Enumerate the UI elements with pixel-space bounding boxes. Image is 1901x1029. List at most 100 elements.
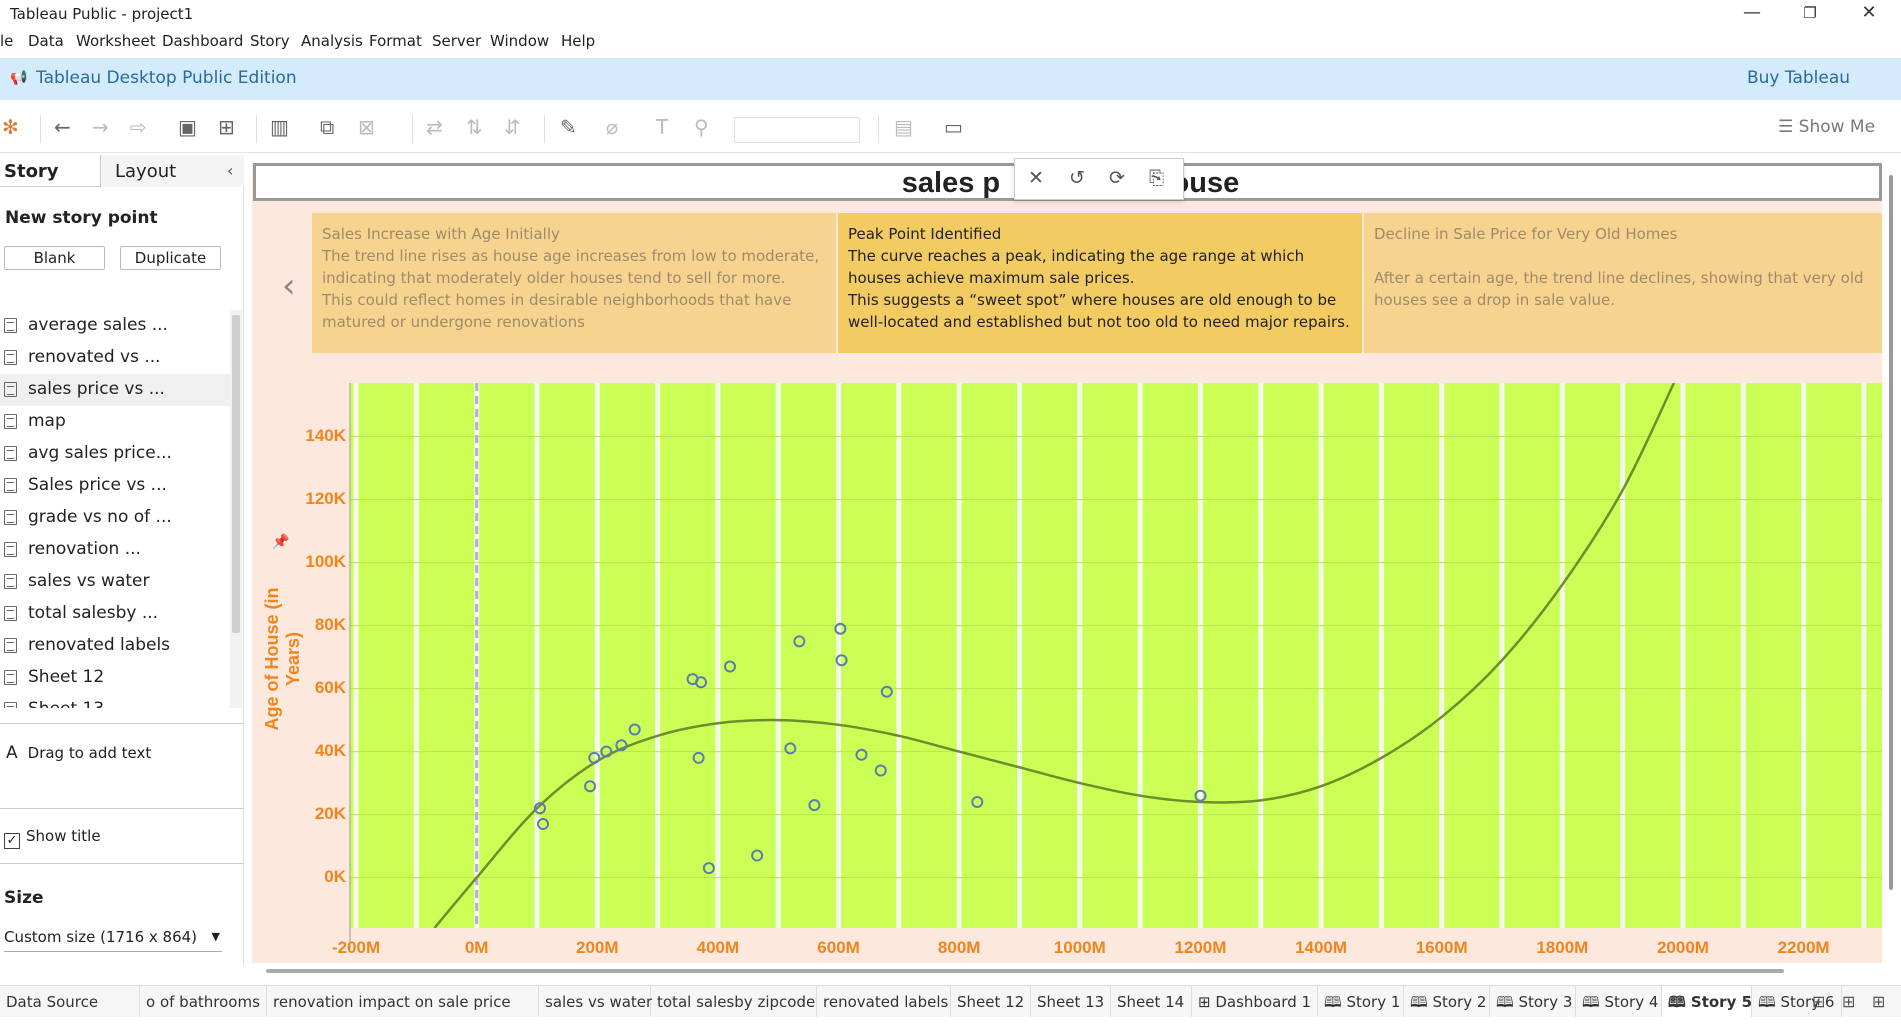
duplicate-sheet-icon[interactable]: ⧉ bbox=[320, 115, 334, 139]
sheet-item[interactable]: map bbox=[0, 406, 230, 438]
show-me-button[interactable]: ☰ Show Me bbox=[1778, 117, 1875, 137]
sort-descending-icon[interactable]: ⇵ bbox=[504, 115, 521, 139]
drag-to-add-text[interactable]: A Drag to add text bbox=[6, 743, 151, 763]
sheet-tab[interactable]: Sheet 13 bbox=[1031, 986, 1111, 1018]
sort-ascending-icon[interactable]: ⇅ bbox=[466, 115, 483, 139]
menu-worksheet[interactable]: Worksheet bbox=[76, 32, 156, 50]
sheet-item[interactable]: Sales price vs ... bbox=[0, 470, 230, 502]
sheet-list-scroll-thumb[interactable] bbox=[232, 315, 240, 633]
sheet-tab[interactable]: 🕮 Story 3 bbox=[1490, 986, 1576, 1018]
sheet-tab[interactable]: o of bathrooms bbox=[140, 986, 267, 1018]
x-tick-label: 2200M bbox=[1777, 938, 1830, 957]
sheet-item-selected[interactable]: sales price vs ... bbox=[0, 374, 230, 406]
sheet-item[interactable]: renovated labels bbox=[0, 630, 230, 662]
group-icon[interactable]: ⌀ bbox=[606, 115, 618, 139]
sheet-tab[interactable]: sales vs water bbox=[539, 986, 652, 1018]
divider bbox=[0, 723, 244, 724]
sheet-icon bbox=[4, 318, 17, 333]
x-tick-label: 1800M bbox=[1536, 938, 1589, 957]
highlight-icon[interactable]: ✎ bbox=[560, 115, 577, 139]
new-story-icon[interactable]: ⊞ bbox=[1872, 992, 1885, 1011]
redo-icon[interactable]: → bbox=[92, 115, 109, 139]
menu-window[interactable]: Window bbox=[490, 32, 549, 50]
sheet-tab[interactable]: total salesby zipcode bbox=[651, 986, 817, 1018]
tab-layout-box[interactable]: Layout ‹ bbox=[100, 155, 244, 187]
sheet-item[interactable]: renovated vs ... bbox=[0, 342, 230, 374]
add-datasource-icon[interactable]: ⊞ bbox=[218, 115, 235, 139]
menu-bar: le Data Worksheet Dashboard Story Analys… bbox=[0, 28, 1901, 56]
menu-server[interactable]: Server bbox=[432, 32, 481, 50]
replay-icon[interactable]: ⇨ bbox=[130, 115, 147, 139]
x-tick-label: 1400M bbox=[1295, 938, 1348, 957]
menu-help[interactable]: Help bbox=[561, 32, 595, 50]
restore-button[interactable]: ❐ bbox=[1790, 4, 1830, 22]
labels-icon[interactable]: T bbox=[656, 115, 668, 139]
size-select[interactable]: Custom size (1716 x 864) ▼ bbox=[4, 928, 222, 952]
sheet-tab[interactable]: 🕮 Story 6 bbox=[1752, 986, 1842, 1018]
menu-file[interactable]: le bbox=[0, 32, 13, 50]
new-sheet-icon[interactable]: ▥ bbox=[270, 115, 289, 139]
pin-icon[interactable]: 📌 bbox=[272, 534, 289, 550]
fit-select[interactable] bbox=[734, 117, 860, 143]
sheet-tab[interactable]: Data Source bbox=[0, 986, 140, 1018]
sheet-item[interactable]: total salesby ... bbox=[0, 598, 230, 630]
save-as-new-icon[interactable]: ⎘ bbox=[1149, 167, 1164, 189]
blank-button[interactable]: Blank bbox=[4, 246, 105, 270]
sheet-item[interactable]: sales vs water bbox=[0, 566, 230, 598]
buy-tableau-link[interactable]: Buy Tableau bbox=[1747, 68, 1850, 88]
presentation-icon[interactable]: ▭ bbox=[944, 115, 963, 139]
story-point-caption[interactable]: Sales Increase with Age Initially The tr… bbox=[312, 213, 836, 353]
sheet-tab[interactable]: 🕮 Story 2 bbox=[1404, 986, 1490, 1018]
sheet-item[interactable]: Sheet 13 bbox=[0, 694, 230, 708]
pin-icon[interactable]: ⚲ bbox=[694, 115, 709, 139]
sheet-tab[interactable]: Sheet 12 bbox=[951, 986, 1031, 1018]
drag-text-label: Drag to add text bbox=[27, 744, 152, 762]
story-point-caption-selected[interactable]: Peak Point Identified The curve reaches … bbox=[838, 213, 1362, 353]
sheet-tab[interactable]: 🕮 Story 1 bbox=[1318, 986, 1404, 1018]
undo-icon[interactable]: ← bbox=[54, 115, 71, 139]
plot-area[interactable] bbox=[350, 383, 1882, 928]
sheet-tab[interactable]: renovation impact on sale price bbox=[267, 986, 539, 1018]
sheet-icon bbox=[4, 574, 17, 589]
delete-icon[interactable]: ✕ bbox=[1028, 167, 1044, 189]
menu-dashboard[interactable]: Dashboard bbox=[162, 32, 243, 50]
x-tick-label: 1000M bbox=[1053, 938, 1106, 957]
sheet-item[interactable]: average sales ... bbox=[0, 310, 230, 342]
story-point-toolbar: ✕ ↺ ⟳ ⎘ bbox=[1014, 158, 1184, 200]
previous-story-point-icon[interactable]: ‹ bbox=[282, 266, 296, 306]
menu-story[interactable]: Story bbox=[250, 32, 290, 50]
sheet-item[interactable]: grade vs no of ... bbox=[0, 502, 230, 534]
close-button[interactable]: ✕ bbox=[1849, 2, 1889, 23]
sidebar-tabs: Story Layout ‹ bbox=[0, 155, 244, 187]
menu-data[interactable]: Data bbox=[28, 32, 64, 50]
canvas-horizontal-scrollbar[interactable] bbox=[266, 969, 1784, 973]
sheet-tab[interactable]: Sheet 14 bbox=[1111, 986, 1192, 1018]
menu-analysis[interactable]: Analysis bbox=[301, 32, 363, 50]
show-cards-icon[interactable]: ▤ bbox=[894, 115, 913, 139]
minimize-button[interactable]: — bbox=[1732, 2, 1772, 23]
duplicate-button[interactable]: Duplicate bbox=[120, 246, 221, 270]
new-worksheet-icon[interactable]: ⊞ bbox=[1812, 992, 1825, 1011]
sheet-tab[interactable]: 🕮 Story 5 bbox=[1662, 986, 1752, 1018]
tab-layout[interactable]: Layout bbox=[115, 161, 176, 182]
collapse-icon[interactable]: ‹ bbox=[227, 161, 233, 180]
tab-story[interactable]: Story bbox=[4, 161, 59, 182]
clear-sheet-icon[interactable]: ⊠ bbox=[358, 115, 375, 139]
save-icon[interactable]: ▣ bbox=[178, 115, 197, 139]
revert-icon[interactable]: ↺ bbox=[1069, 167, 1085, 189]
sheet-tab[interactable]: renovated labels bbox=[817, 986, 951, 1018]
sheet-tab[interactable]: 🕮 Story 4 bbox=[1576, 986, 1662, 1018]
menu-format[interactable]: Format bbox=[369, 32, 422, 50]
story-point-caption[interactable]: Decline in Sale Price for Very Old Homes… bbox=[1364, 213, 1882, 353]
new-dashboard-icon[interactable]: ⊞ bbox=[1842, 992, 1855, 1011]
sheet-tab[interactable]: ⊞ Dashboard 1 bbox=[1192, 986, 1318, 1018]
sheet-item[interactable]: Sheet 12 bbox=[0, 662, 230, 694]
update-icon[interactable]: ⟳ bbox=[1109, 167, 1125, 189]
canvas-vertical-scrollbar[interactable] bbox=[1889, 175, 1893, 890]
swap-icon[interactable]: ⇄ bbox=[426, 115, 443, 139]
checkbox-check-icon[interactable]: ✓ bbox=[4, 833, 20, 849]
sheet-item[interactable]: avg sales price... bbox=[0, 438, 230, 470]
tableau-logo-icon[interactable]: ✻ bbox=[2, 115, 19, 139]
show-title-checkbox[interactable]: ✓ Show title bbox=[4, 827, 101, 849]
sheet-item[interactable]: renovation ... bbox=[0, 534, 230, 566]
